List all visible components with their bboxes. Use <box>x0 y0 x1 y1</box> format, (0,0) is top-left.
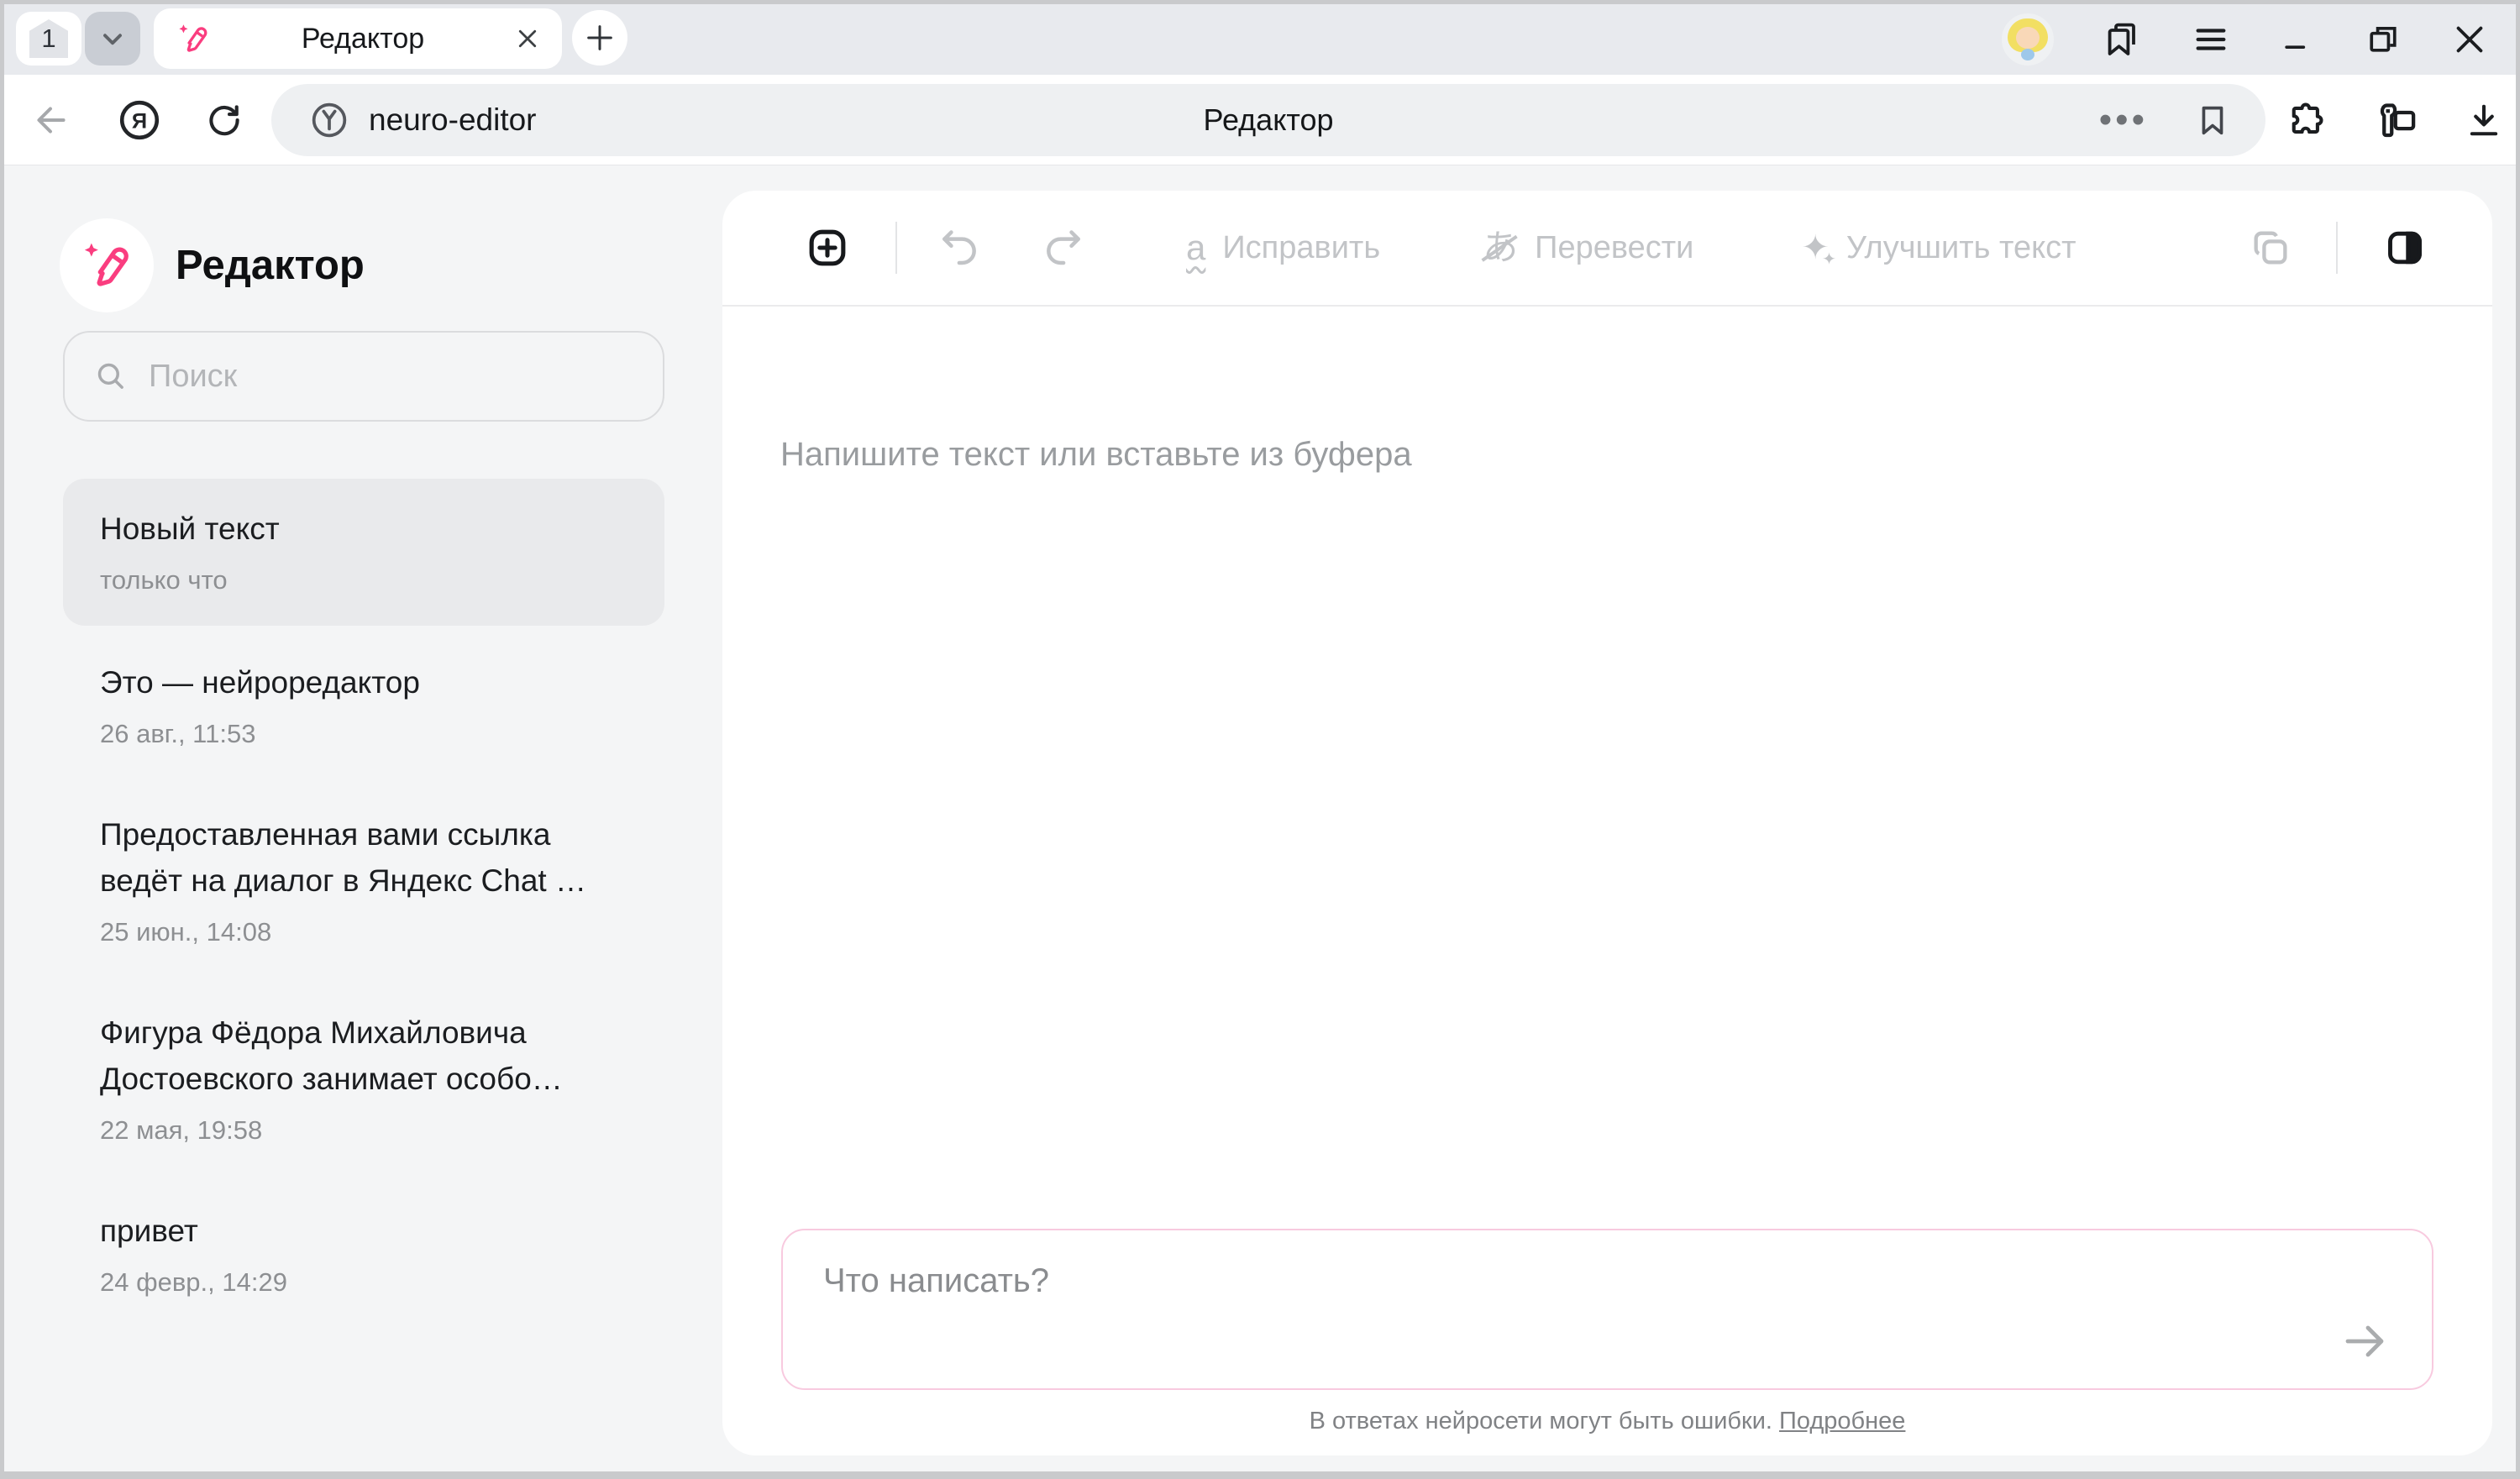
doc-time: только что <box>100 565 627 595</box>
add-document-button[interactable] <box>803 223 852 272</box>
toolbar-divider <box>2336 222 2338 274</box>
prompt-box[interactable] <box>781 1229 2433 1390</box>
tab-count-badge: 1 <box>29 19 68 58</box>
search-box[interactable] <box>63 331 664 422</box>
document-list: Новый текст только что Это — нейроредакт… <box>63 479 664 1326</box>
page-title: Редактор <box>271 102 2265 138</box>
magic-pencil-logo-icon <box>60 218 154 312</box>
doc-item-privet[interactable]: привет 24 февр., 14:29 <box>63 1174 664 1326</box>
yandex-logo-icon[interactable]: Я <box>113 75 165 165</box>
doc-time: 25 июн., 14:08 <box>100 917 627 947</box>
more-actions-icon[interactable]: ••• <box>2099 102 2148 139</box>
tab-bar: 1 Редактор <box>4 4 2516 75</box>
browser-window: 1 Редактор <box>0 0 2520 1479</box>
back-icon[interactable] <box>29 75 73 165</box>
doc-item-neuroeditor[interactable]: Это — нейроредактор 26 авг., 11:53 <box>63 626 664 778</box>
neuro-editor-page: Редактор Новый текст только что Это — не… <box>4 166 2516 1471</box>
doc-title: привет <box>100 1208 627 1254</box>
toolbar-divider <box>895 222 897 274</box>
fix-text-button[interactable]: а Исправить <box>1186 230 1380 266</box>
disclaimer: В ответах нейросети могут быть ошибки. П… <box>722 1408 2492 1435</box>
close-window-icon[interactable] <box>2450 20 2489 59</box>
window-controls <box>2002 4 2516 75</box>
address-bar: Я neuro-editor Редактор ••• <box>4 75 2516 165</box>
details-link[interactable]: Подробнее <box>1779 1408 1905 1434</box>
editor-card: а Исправить あ Перевести ✦✦ Улучшить текс… <box>722 191 2492 1455</box>
doc-title: Новый текст <box>100 506 627 552</box>
redo-button[interactable] <box>1042 225 1087 270</box>
doc-item-new-text[interactable]: Новый текст только что <box>63 479 664 626</box>
tab-list-dropdown-button[interactable] <box>85 12 140 66</box>
plus-icon <box>583 21 617 55</box>
menu-icon[interactable] <box>2192 20 2230 59</box>
doc-item-link-chat[interactable]: Предоставленная вами ссылка ведёт на диа… <box>63 778 664 976</box>
improve-label: Улучшить текст <box>1846 230 2076 266</box>
search-icon <box>93 359 129 394</box>
tab-title: Редактор <box>211 23 515 55</box>
app-title: Редактор <box>176 242 365 289</box>
svg-text:Я: Я <box>132 110 147 134</box>
side-panel-toggle-button[interactable] <box>2381 224 2428 271</box>
doc-title: Фигура Фёдора Михайловича Достоевского з… <box>100 1010 627 1102</box>
undo-button[interactable] <box>936 225 981 270</box>
extensions-puzzle-icon[interactable] <box>2282 75 2333 165</box>
improve-text-button[interactable]: ✦✦ Улучшить текст <box>1801 230 2076 266</box>
translate-icon: あ <box>1483 230 1518 265</box>
doc-title: Предоставленная вами ссылка ведёт на диа… <box>100 811 627 904</box>
doc-item-dostoevsky[interactable]: Фигура Фёдора Михайловича Достоевского з… <box>63 976 664 1174</box>
fix-label: Исправить <box>1222 230 1380 266</box>
editor-toolbar: а Исправить あ Перевести ✦✦ Улучшить текс… <box>722 191 2492 307</box>
sparkles-icon: ✦✦ <box>1801 231 1830 265</box>
password-manager-icon[interactable] <box>2371 75 2423 165</box>
doc-title: Это — нейроредактор <box>100 659 627 705</box>
doc-time: 26 авг., 11:53 <box>100 719 627 749</box>
tab-count-button[interactable]: 1 <box>16 12 81 66</box>
app-logo: Редактор <box>60 218 365 312</box>
prompt-input[interactable] <box>783 1230 2432 1388</box>
restore-window-icon[interactable] <box>2365 21 2402 58</box>
url-field[interactable]: neuro-editor Редактор ••• <box>271 84 2265 156</box>
minimize-icon[interactable] <box>2279 21 2316 58</box>
reload-icon[interactable] <box>199 75 249 165</box>
search-input[interactable] <box>149 359 619 395</box>
editor-placeholder[interactable]: Напишите текст или вставьте из буфера <box>780 436 1412 474</box>
send-arrow-button[interactable] <box>2334 1316 2395 1366</box>
downloads-icon[interactable] <box>2459 75 2509 165</box>
browser-tab-editor[interactable]: Редактор <box>154 8 562 69</box>
magic-pencil-icon <box>176 21 211 56</box>
doc-time: 22 мая, 19:58 <box>100 1115 627 1146</box>
disclaimer-text: В ответах нейросети могут быть ошибки. <box>1310 1408 1779 1434</box>
tab-close-icon[interactable] <box>515 26 540 51</box>
spellcheck-icon: а <box>1186 230 1205 265</box>
new-tab-button[interactable] <box>572 10 627 66</box>
translate-label: Перевести <box>1535 230 1693 266</box>
bookmarks-panel-icon[interactable] <box>2103 19 2143 60</box>
doc-time: 24 февр., 14:29 <box>100 1267 627 1298</box>
copy-button[interactable] <box>2249 226 2292 270</box>
translate-button[interactable]: あ Перевести <box>1483 230 1693 266</box>
bookmark-flag-icon[interactable] <box>2193 101 2232 139</box>
profile-avatar[interactable] <box>2002 13 2054 66</box>
chevron-down-icon <box>97 24 128 54</box>
